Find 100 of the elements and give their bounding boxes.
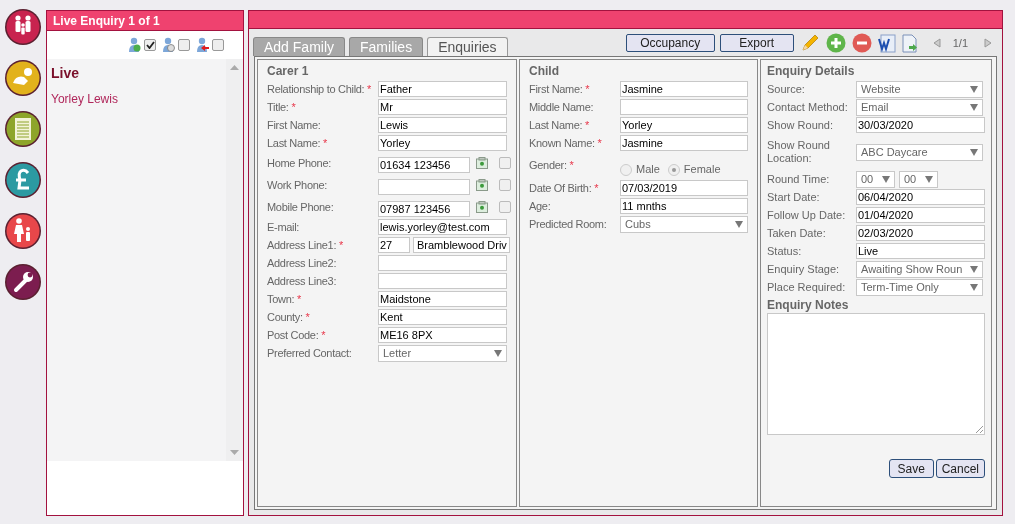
caret-icon <box>970 85 978 93</box>
dropdown[interactable]: Letter <box>378 344 507 362</box>
field-label: Show Round Location: <box>767 139 831 165</box>
input-field[interactable]: lewis.yorley@test.com <box>378 219 507 235</box>
field-label: Follow Up Date: <box>767 208 846 222</box>
input-field[interactable]: Kent <box>378 309 507 325</box>
input-field[interactable]: Mr <box>378 99 507 115</box>
field-label: County: * <box>267 310 310 324</box>
input-field[interactable]: Lewis <box>378 117 507 133</box>
dropdown[interactable]: Awaiting Show Roun <box>856 260 983 278</box>
scroll-down-icon[interactable] <box>230 450 239 455</box>
section-title: Enquiry Notes <box>767 297 850 313</box>
next-icon[interactable] <box>984 38 992 48</box>
input-field[interactable] <box>378 255 507 271</box>
checkbox[interactable] <box>499 157 511 169</box>
caret-icon <box>970 148 978 156</box>
caret-icon <box>735 220 743 228</box>
input-field[interactable]: 01634 123456 <box>378 157 470 173</box>
person-icon <box>196 37 209 53</box>
input-field[interactable]: 27 <box>378 237 410 253</box>
toolbar-button[interactable]: Occupancy <box>625 34 715 52</box>
document-icon[interactable] <box>4 110 42 148</box>
checkbox[interactable] <box>178 39 190 51</box>
field-label: Middle Name: <box>529 100 594 114</box>
dropdown[interactable]: 00 <box>899 170 938 188</box>
caret-icon <box>970 265 978 273</box>
field-label: First Name: * <box>529 82 590 96</box>
field-label: Start Date: <box>767 190 820 204</box>
field-label: First Name: <box>267 118 321 132</box>
wrench-icon[interactable] <box>4 263 42 301</box>
input-field[interactable]: 07/03/2019 <box>620 180 748 196</box>
field-label: Taken Date: <box>767 226 826 240</box>
word-document-icon[interactable] <box>877 33 896 53</box>
checkbox[interactable] <box>144 39 156 51</box>
input-field[interactable]: 30/03/2020 <box>856 117 985 133</box>
phone-book-icon[interactable] <box>476 179 488 191</box>
add-icon[interactable] <box>825 33 846 53</box>
radio-button[interactable] <box>667 163 680 176</box>
section-title: Carer 1 <box>267 63 310 80</box>
dropdown[interactable]: Term-Time Only <box>856 278 983 296</box>
export-document-icon[interactable] <box>901 33 919 53</box>
remove-icon[interactable] <box>851 33 872 53</box>
caret-icon <box>925 175 933 183</box>
field-label: Show Round: <box>767 118 834 132</box>
form-button[interactable]: Cancel <box>935 459 985 478</box>
checkbox[interactable] <box>499 201 511 213</box>
input-field[interactable] <box>620 99 748 115</box>
family-icon[interactable] <box>4 8 42 46</box>
dropdown[interactable]: ABC Daycare <box>856 143 983 161</box>
section-title: Enquiry Details <box>767 63 856 80</box>
checkbox[interactable] <box>499 179 511 191</box>
input-field[interactable]: Bramblewood Driv <box>413 237 510 253</box>
tab[interactable]: Enquiries <box>427 37 508 56</box>
field-label: Gender: * <box>529 159 574 172</box>
input-field[interactable]: Jasmine <box>620 81 748 97</box>
input-field[interactable]: Maidstone <box>378 291 507 307</box>
field-label: Predicted Room: <box>529 217 607 231</box>
field-label: Preferred Contact: <box>267 346 352 360</box>
pound-icon[interactable] <box>4 161 42 199</box>
parent-child-icon[interactable] <box>4 212 42 250</box>
input-field[interactable]: 01/04/2020 <box>856 207 985 223</box>
field-label: Address Line2: <box>267 256 337 270</box>
field-label: Title: * <box>267 100 296 114</box>
input-field[interactable] <box>378 273 507 289</box>
input-field[interactable]: Jasmine <box>620 135 748 151</box>
input-field[interactable]: Yorley <box>620 117 748 133</box>
previous-icon[interactable] <box>932 38 941 48</box>
input-field[interactable]: Yorley <box>378 135 507 151</box>
phone-book-icon[interactable] <box>476 157 488 169</box>
input-field[interactable]: 07987 123456 <box>378 201 470 217</box>
input-field[interactable]: 11 mnths <box>620 198 748 214</box>
input-field[interactable]: Father <box>378 81 507 97</box>
pencil-icon[interactable] <box>799 33 820 53</box>
dropdown[interactable]: 00 <box>856 170 895 188</box>
input-field[interactable]: ME16 8PX <box>378 327 507 343</box>
notes-field[interactable] <box>767 313 985 435</box>
baby-icon[interactable] <box>4 59 42 97</box>
list-item[interactable]: Yorley Lewis <box>50 90 226 108</box>
radio-button[interactable] <box>620 163 632 176</box>
field-label: Address Line1: * <box>267 238 343 252</box>
caret-icon <box>970 103 978 111</box>
checkbox[interactable] <box>212 39 224 51</box>
scroll-up-icon[interactable] <box>230 65 239 70</box>
resize-handle-icon[interactable] <box>976 426 983 433</box>
toolbar-button[interactable]: Export <box>719 34 794 52</box>
input-field[interactable]: Live <box>856 243 985 259</box>
dropdown[interactable]: Website <box>856 80 983 98</box>
field-label: Status: <box>767 244 802 258</box>
scrollbar[interactable] <box>226 59 243 461</box>
form-button[interactable]: Save <box>888 459 934 478</box>
input-field[interactable] <box>378 179 470 195</box>
field-label: Round Time: <box>767 172 830 186</box>
input-field[interactable]: 02/03/2020 <box>856 225 985 241</box>
input-field[interactable]: 06/04/2020 <box>856 189 985 205</box>
dropdown[interactable]: Email <box>856 98 983 116</box>
dropdown[interactable]: Cubs <box>620 215 748 233</box>
phone-book-icon[interactable] <box>476 201 488 213</box>
field-label: Known Name: * <box>529 136 602 150</box>
field-label: Last Name: * <box>529 118 589 132</box>
field-label: Post Code: * <box>267 328 326 342</box>
